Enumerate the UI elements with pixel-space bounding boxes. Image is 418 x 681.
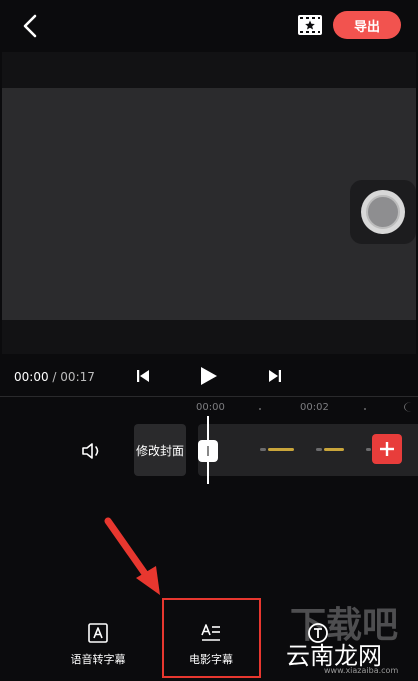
ruler-tick: 00:02 xyxy=(300,402,329,413)
text-icon xyxy=(308,623,328,643)
add-clip-button[interactable] xyxy=(372,434,402,464)
record-icon xyxy=(361,190,405,234)
clip-fragment xyxy=(268,448,294,451)
back-button[interactable] xyxy=(16,12,44,40)
current-time: 00:00 xyxy=(14,370,49,384)
time-separator: / xyxy=(52,370,57,384)
auto-caption-icon xyxy=(88,623,108,643)
ruler-dot xyxy=(364,408,366,410)
playback-bar: 00:00 / 00:17 xyxy=(0,356,418,396)
clip-fragment xyxy=(366,448,371,451)
chevron-left-icon xyxy=(23,14,37,38)
skip-back-icon xyxy=(137,370,149,382)
tool-label: 语音转字幕 xyxy=(70,653,126,666)
clip-fragment xyxy=(324,448,344,451)
mute-button[interactable] xyxy=(80,440,106,462)
timeline-ruler: 00:00 00:02 xyxy=(0,398,418,418)
top-bar: 导出 xyxy=(0,0,418,52)
film-template-button[interactable] xyxy=(297,14,323,36)
ruler-tick: 00:00 xyxy=(196,402,225,413)
video-preview xyxy=(2,52,416,354)
time-display: 00:00 / 00:17 xyxy=(14,370,95,384)
ruler-dot xyxy=(259,408,261,410)
skip-forward-icon xyxy=(269,370,281,382)
clip-fragment xyxy=(316,448,322,451)
skip-forward-button[interactable] xyxy=(263,364,287,388)
playhead-handle[interactable] xyxy=(198,440,218,462)
export-button[interactable]: 导出 xyxy=(333,11,401,39)
plus-icon xyxy=(380,442,394,456)
divider xyxy=(0,396,418,397)
clip-fragment xyxy=(260,448,266,451)
film-star-icon xyxy=(298,15,322,35)
tool-text[interactable] xyxy=(268,618,368,674)
edit-cover-button[interactable]: 修改封面 xyxy=(134,424,186,476)
tool-speech-to-subtitle[interactable]: 语音转字幕 xyxy=(48,618,148,674)
volume-icon xyxy=(82,443,99,459)
total-time: 00:17 xyxy=(60,370,95,384)
floating-record-button[interactable] xyxy=(350,180,416,244)
play-icon xyxy=(201,367,217,385)
skip-back-button[interactable] xyxy=(131,364,155,388)
highlight-box xyxy=(162,598,261,678)
play-button[interactable] xyxy=(197,364,221,388)
ruler-partial-tick xyxy=(404,402,418,412)
